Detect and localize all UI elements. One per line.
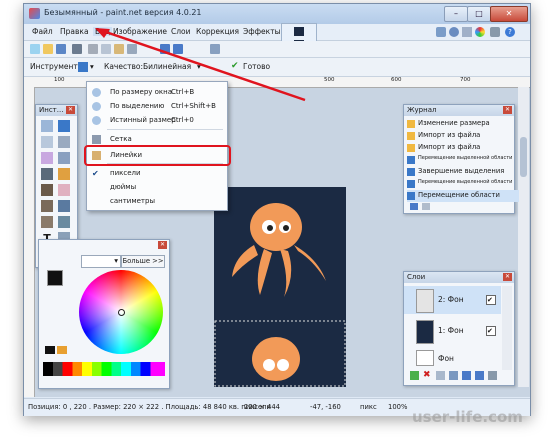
history-item[interactable]: Изменение размера [407,118,519,130]
black-white-icon[interactable] [45,346,55,354]
close-icon[interactable]: ✕ [158,241,167,249]
close-icon[interactable]: ✕ [503,273,512,281]
undo-icon[interactable] [410,203,418,210]
tools-panel-title: Инст... ✕ [36,105,77,116]
primary-color-swatch[interactable] [47,270,63,286]
duplicate-layer-icon[interactable] [436,371,445,380]
add-layer-icon[interactable] [410,371,419,380]
resize-icon [407,120,415,128]
history-item[interactable]: Импорт из файла [407,130,519,142]
history-panel-title: Журнал ✕ [404,105,514,116]
delete-layer-icon[interactable]: ✖ [423,371,432,380]
color-picker-icon[interactable] [58,200,70,212]
rectangle-select-icon[interactable] [41,120,53,132]
layers-scrollbar[interactable] [502,286,512,370]
import-icon [407,144,415,152]
history-item[interactable]: Перемещение выделенной области [407,178,519,190]
layer-row[interactable]: Фон [404,348,501,366]
colors-panel-header: ✕ [39,240,169,251]
layer-row[interactable]: 1: Фон ✔ [404,317,501,345]
layer-name: 2: Фон [438,295,464,304]
magic-wand-icon[interactable] [41,152,53,164]
recolor-icon[interactable] [58,216,70,228]
move-selection-icon[interactable] [58,120,70,132]
history-item[interactable]: Перемещение выделенной области [407,154,519,166]
layer-thumbnail [416,289,434,313]
close-icon[interactable]: ✕ [66,106,75,114]
import-icon [407,132,415,140]
zoom-icon[interactable] [58,136,70,148]
brush-icon[interactable] [41,184,53,196]
layers-panel-title: Слои ✕ [404,272,514,283]
redo-icon[interactable] [422,203,430,210]
colors-panel: ✕ ▾ Больше >> [38,239,170,389]
color-wheel-cursor[interactable] [118,309,125,316]
move-icon [407,156,415,164]
lasso-icon[interactable] [41,136,53,148]
palette-icon[interactable] [57,346,67,354]
layer-visibility-checkbox[interactable]: ✔ [486,295,496,305]
layer-thumbnail [416,350,434,366]
layer-row[interactable]: 2: Фон ✔ [404,286,501,314]
color-palette[interactable] [43,362,165,376]
history-item[interactable]: Импорт из файла [407,142,519,154]
layer-name: 1: Фон [438,326,464,335]
history-item-selected[interactable]: Перемещение области [407,190,519,202]
layer-name: Фон [438,354,454,363]
gradient-icon[interactable] [58,168,70,180]
history-item[interactable]: Завершение выделения [407,166,519,178]
pencil-icon[interactable] [41,200,53,212]
more-colors-button[interactable]: Больше >> [121,255,165,268]
watermark: user-life.com [412,408,523,426]
layer-visibility-checkbox[interactable]: ✔ [486,326,496,336]
move-layer-down-icon[interactable] [475,371,484,380]
layers-panel: Слои ✕ 2: Фон ✔ 1: Фон ✔ Фон ✖ [403,271,515,386]
move-icon [407,192,415,200]
layer-properties-icon[interactable] [488,371,497,380]
close-icon[interactable]: ✕ [503,106,512,114]
history-panel: Журнал ✕ Изменение размера Импорт из файл… [403,104,519,214]
move-layer-up-icon[interactable] [462,371,471,380]
paint-bucket-icon[interactable] [41,168,53,180]
layer-thumbnail [416,320,434,344]
move-icon [407,180,415,188]
clone-stamp-icon[interactable] [41,216,53,228]
pan-icon[interactable] [58,152,70,164]
color-mode-select[interactable]: ▾ [81,255,121,268]
move-icon [407,168,415,176]
merge-layer-icon[interactable] [449,371,458,380]
eraser-icon[interactable] [58,184,70,196]
